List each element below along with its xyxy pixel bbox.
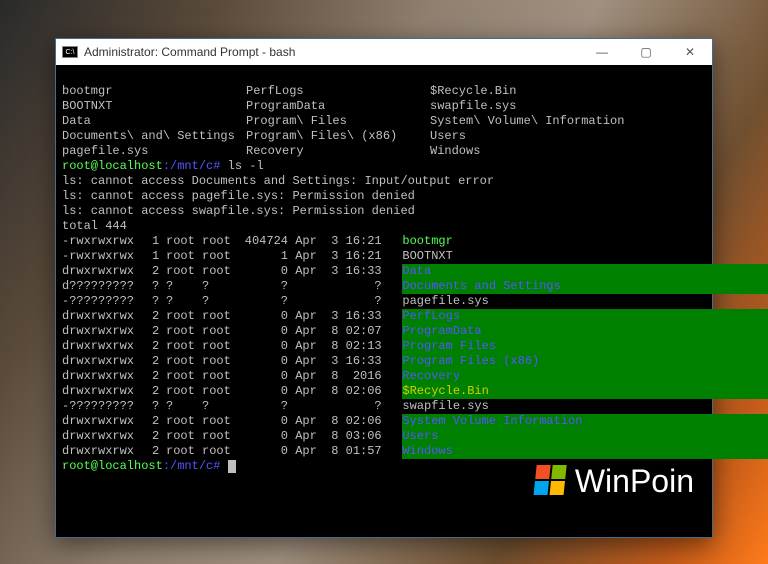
window-title: Administrator: Command Prompt - bash <box>84 45 580 59</box>
total-line: total 444 <box>62 219 706 234</box>
ls-entry: -????????????? ? swapfile.sys <box>62 399 706 414</box>
terminal-output[interactable]: bootmgrPerfLogs$Recycle.BinBOOTNXTProgra… <box>56 65 712 537</box>
minimize-button[interactable]: — <box>580 39 624 65</box>
ls-entry: drwxrwxrwx2rootroot0 Apr 8 03:06 Users <box>62 429 706 444</box>
ls-column-row: BOOTNXTProgramDataswapfile.sys <box>62 99 706 114</box>
maximize-button[interactable]: ▢ <box>624 39 668 65</box>
prompt-path: :/mnt/c# <box>163 159 221 173</box>
prompt-user: root@localhost <box>62 159 163 173</box>
prompt-path: :/mnt/c# <box>163 459 221 473</box>
close-button[interactable]: ✕ <box>668 39 712 65</box>
winpoin-logo-icon <box>533 465 568 497</box>
prompt-user: root@localhost <box>62 459 163 473</box>
titlebar[interactable]: C:\ Administrator: Command Prompt - bash… <box>56 39 712 65</box>
ls-entry: drwxrwxrwx2rootroot0 Apr 8 2016 Recovery <box>62 369 706 384</box>
error-line: ls: cannot access swapfile.sys: Permissi… <box>62 204 706 219</box>
ls-entry: -????????????? ? pagefile.sys <box>62 294 706 309</box>
prompt-cmd <box>220 459 227 473</box>
ls-entry: drwxrwxrwx2rootroot0 Apr 3 16:33 PerfLog… <box>62 309 706 324</box>
ls-entry: drwxrwxrwx2rootroot0 Apr 3 16:33 Program… <box>62 354 706 369</box>
ls-entry: d????????????? ? Documents and Settings <box>62 279 706 294</box>
ls-column-row: DataProgram\ FilesSystem\ Volume\ Inform… <box>62 114 706 129</box>
ls-column-row: bootmgrPerfLogs$Recycle.Bin <box>62 84 706 99</box>
ls-column-row: pagefile.sysRecoveryWindows <box>62 144 706 159</box>
terminal-window: C:\ Administrator: Command Prompt - bash… <box>55 38 713 538</box>
ls-entry: -rwxrwxrwx1rootroot404724 Apr 3 16:21 bo… <box>62 234 706 249</box>
watermark: WinPoin <box>535 465 694 497</box>
cmd-icon: C:\ <box>62 46 78 58</box>
error-line: ls: cannot access Documents and Settings… <box>62 174 706 189</box>
ls-entry: drwxrwxrwx2rootroot0 Apr 3 16:33 Data <box>62 264 706 279</box>
ls-entry: drwxrwxrwx2rootroot0 Apr 8 02:13 Program… <box>62 339 706 354</box>
prompt-cmd: ls -l <box>220 159 263 173</box>
ls-entry: drwxrwxrwx2rootroot0 Apr 8 02:06 System … <box>62 414 706 429</box>
ls-entry: drwxrwxrwx2rootroot0 Apr 8 01:57 Windows <box>62 444 706 459</box>
cursor <box>228 460 236 473</box>
ls-entry: drwxrwxrwx2rootroot0 Apr 8 02:07 Program… <box>62 324 706 339</box>
ls-entry: -rwxrwxrwx1rootroot1 Apr 3 16:21 BOOTNXT <box>62 249 706 264</box>
ls-column-row: Documents\ and\ SettingsProgram\ Files\ … <box>62 129 706 144</box>
error-line: ls: cannot access pagefile.sys: Permissi… <box>62 189 706 204</box>
ls-entry: drwxrwxrwx2rootroot0 Apr 8 02:06 $Recycl… <box>62 384 706 399</box>
